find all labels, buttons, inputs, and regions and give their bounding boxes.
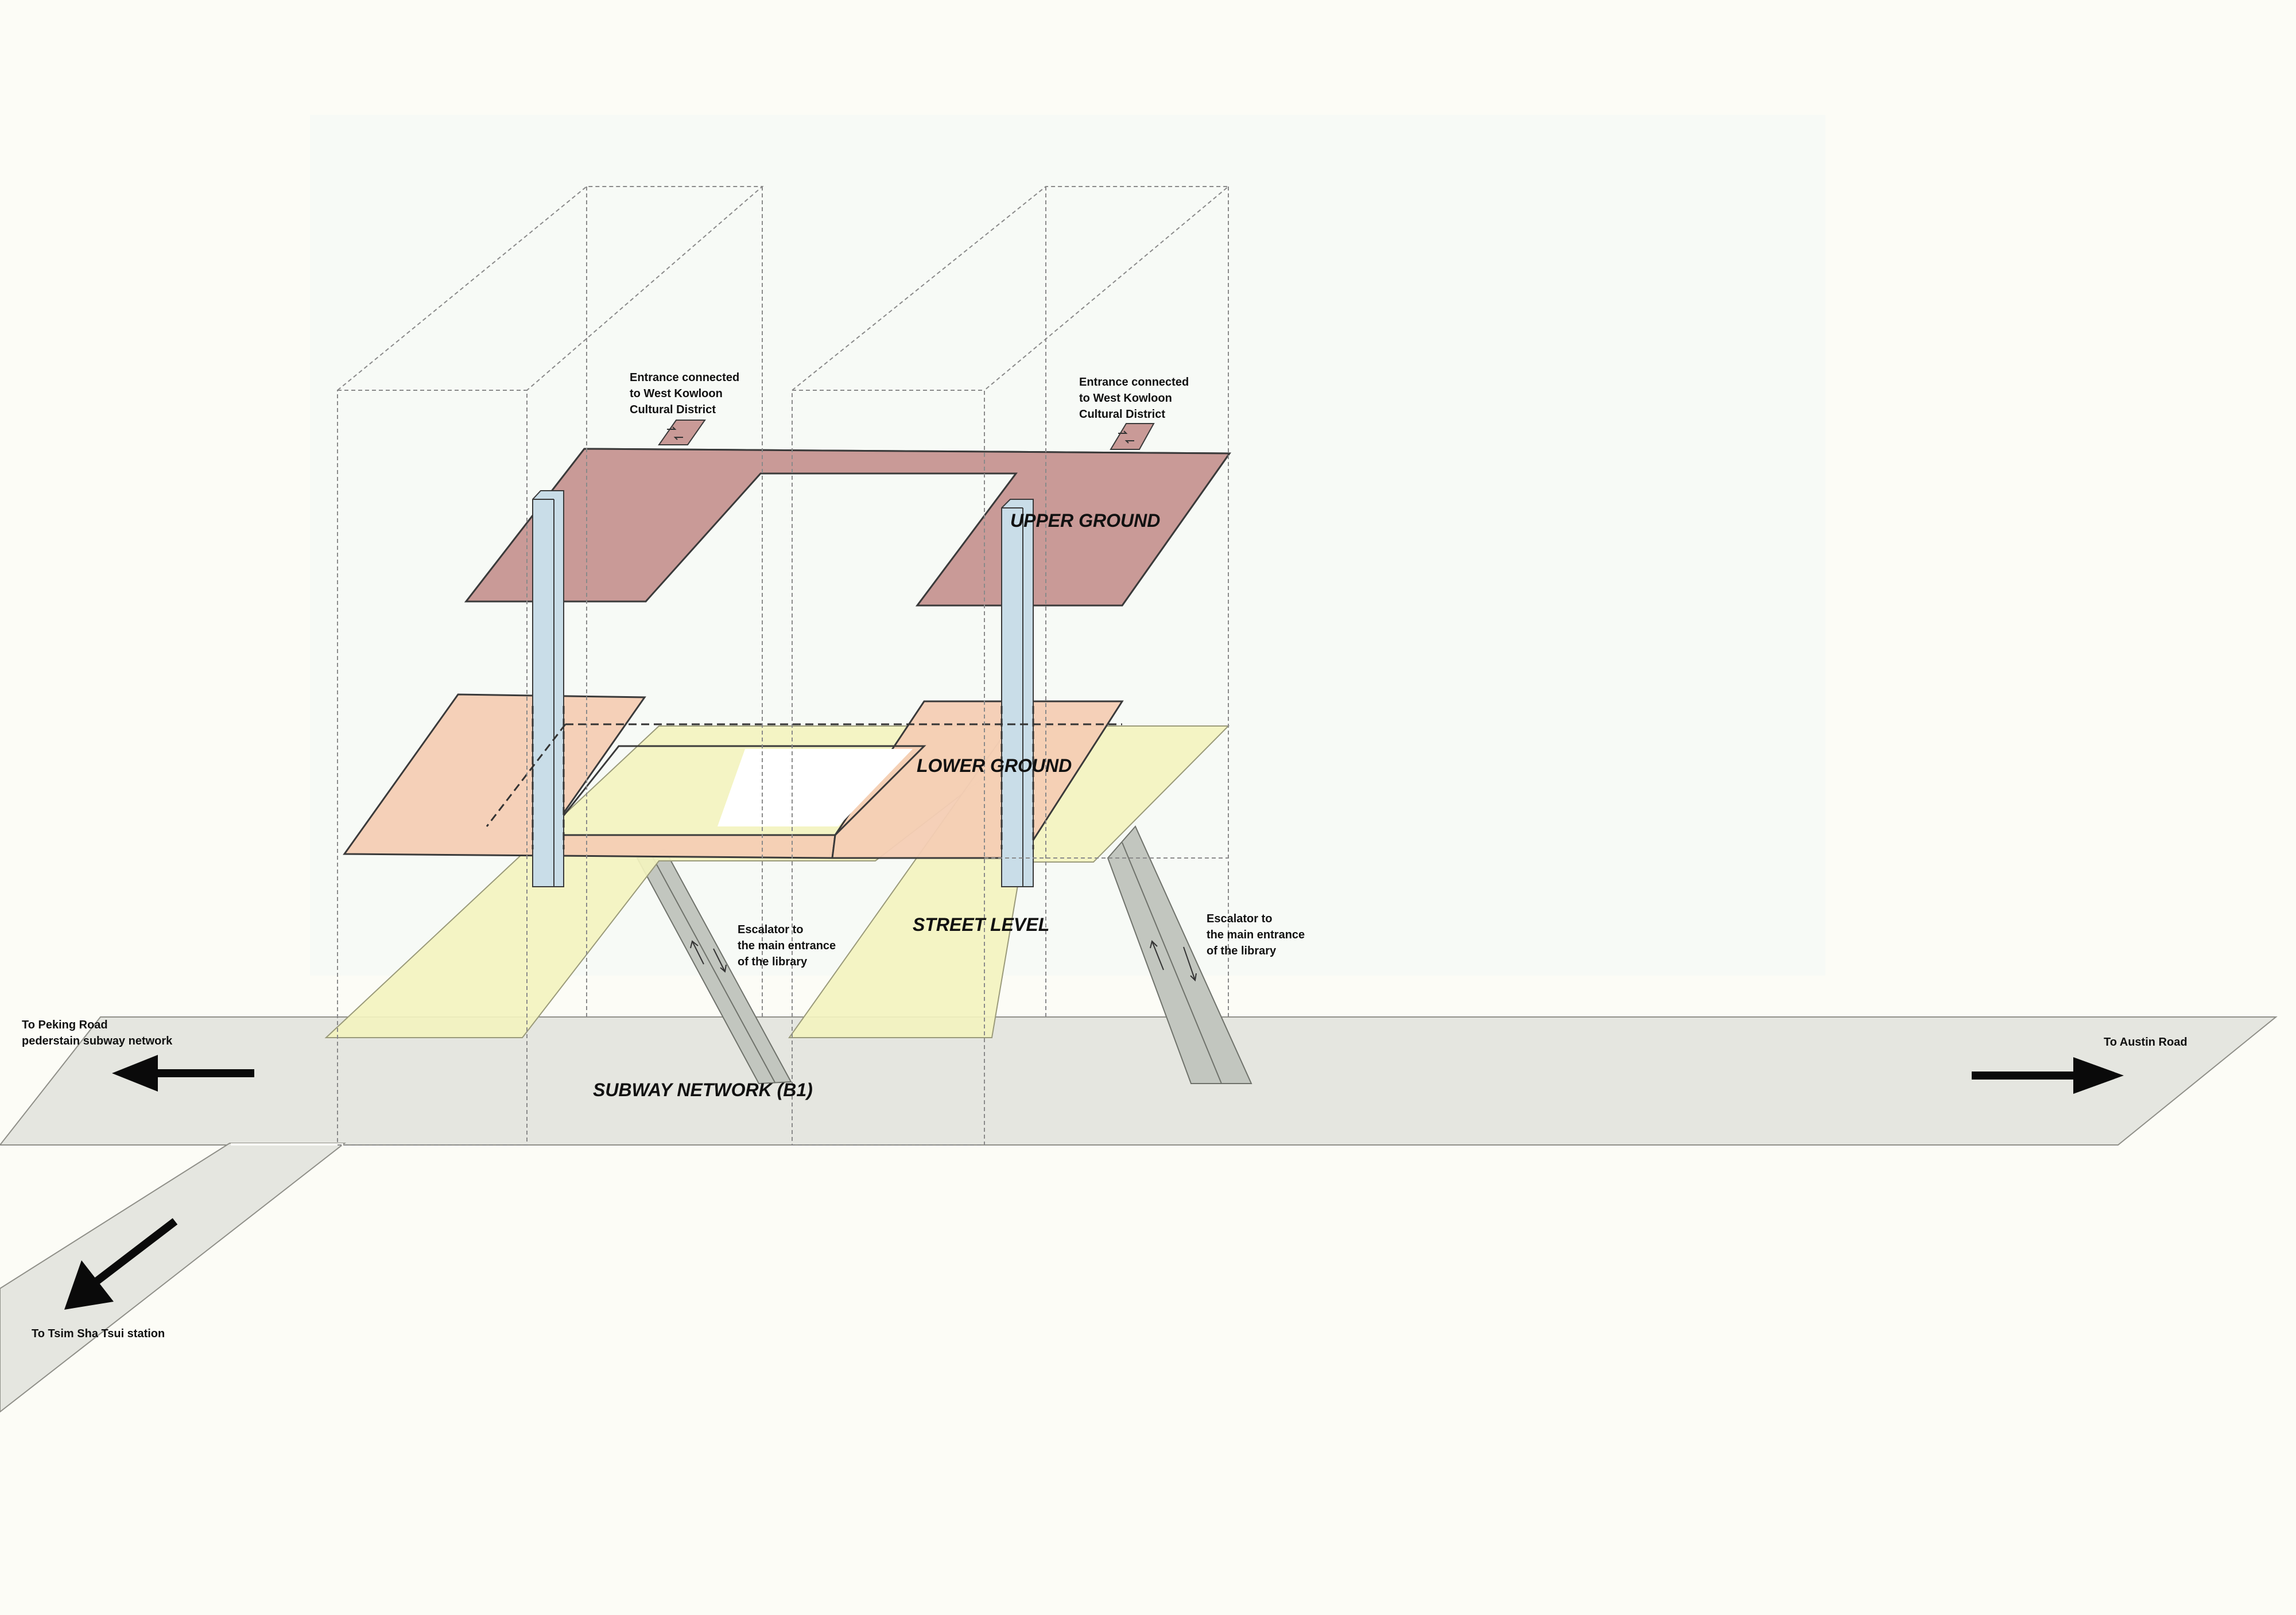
entrance-note-line: Entrance connected [630, 371, 739, 384]
arrow-shaft [1972, 1072, 2075, 1080]
escalator-note-line: of the library [1207, 945, 1277, 957]
escalator-note-line: the main entrance [738, 940, 836, 952]
subway-corridor-tsim-sha-tsui [0, 1143, 346, 1413]
subway-network [0, 1016, 2278, 1413]
entrance-note-line: Cultural District [1079, 408, 1165, 421]
peking-road-line: pederstain subway network [22, 1035, 173, 1047]
upper-ground-label: UPPER GROUND [1010, 510, 1160, 531]
arrow-shaft [154, 1069, 254, 1077]
escalator-note-line: the main entrance [1207, 929, 1305, 941]
tsim-sha-tsui-note: To Tsim Sha Tsui station [32, 1327, 165, 1340]
austin-road-note: To Austin Road [2104, 1036, 2188, 1049]
vertical-core-west [532, 490, 564, 887]
peking-road-line: To Peking Road [22, 1019, 108, 1031]
vertical-core-east [1001, 499, 1034, 887]
entrance-note-line: Cultural District [630, 403, 716, 416]
escalator-note-line: Escalator to [738, 923, 803, 936]
entrance-note-line: to West Kowloon [630, 387, 723, 400]
escalator-note-line: of the library [738, 956, 808, 968]
core-shaft [1001, 499, 1034, 887]
entrance-note-line: Entrance connected [1079, 376, 1189, 389]
escalator-note-line: Escalator to [1207, 913, 1272, 925]
street-level-label: STREET LEVEL [913, 914, 1049, 935]
subway-network-label: SUBWAY NETWORK (B1) [593, 1080, 813, 1100]
entrance-note-line: to West Kowloon [1079, 392, 1172, 405]
core-shaft [532, 490, 564, 887]
lower-ground-label: LOWER GROUND [917, 755, 1072, 776]
library-circulation-diagram: UPPER GROUND LOWER GROUND STREET LEVEL S… [0, 115, 2278, 1413]
